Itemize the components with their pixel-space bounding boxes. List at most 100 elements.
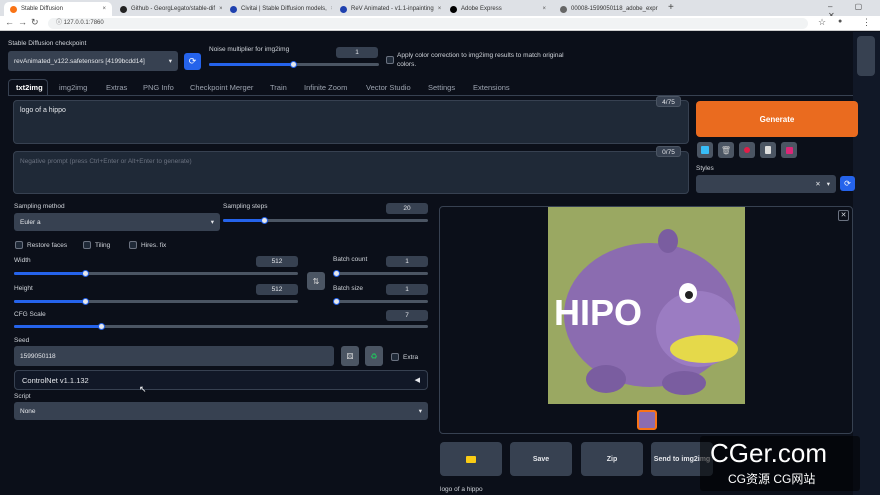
clear-icon[interactable]: ✕ (815, 180, 820, 188)
batch-size-slider[interactable] (333, 298, 428, 305)
refresh-styles-button[interactable]: ⟳ (840, 176, 855, 191)
slider-fill (223, 219, 264, 222)
save-style-button[interactable] (781, 142, 797, 158)
sampling-steps-input[interactable]: 20 (386, 203, 428, 214)
slider-thumb[interactable] (333, 298, 340, 305)
script-value: None (20, 407, 36, 415)
random-seed-button[interactable]: ⚄ (341, 346, 359, 366)
tab-label: Stable Diffusion (21, 6, 63, 12)
width-slider[interactable] (14, 270, 298, 277)
script-select[interactable]: None ▾ (14, 402, 428, 420)
arrow-icon (701, 146, 709, 154)
tab-txt2img[interactable]: txt2img (16, 83, 43, 92)
close-icon[interactable]: × (538, 6, 546, 12)
slider-thumb[interactable] (82, 270, 89, 277)
close-gallery-icon[interactable]: ✕ (838, 210, 849, 221)
back-icon[interactable]: ← (5, 17, 14, 27)
url-input[interactable]: ⓘ 127.0.0.1:7860 (48, 18, 808, 29)
tab-extensions[interactable]: Extensions (473, 83, 510, 92)
close-icon[interactable]: × (658, 6, 663, 12)
browser-tab-github[interactable]: Github - GeorgLegato/stable-dif × (114, 2, 222, 16)
generate-button[interactable]: Generate (696, 101, 858, 137)
extra-networks-button[interactable] (739, 142, 755, 158)
slider-thumb[interactable] (261, 217, 268, 224)
github-icon (120, 5, 127, 13)
tab-infinite-zoom[interactable]: Infinite Zoom (304, 83, 347, 92)
close-icon[interactable]: × (98, 6, 106, 12)
reuse-seed-button[interactable]: ♻ (365, 346, 383, 366)
tab-checkpoint-merger[interactable]: Checkpoint Merger (190, 83, 253, 92)
forward-icon[interactable]: → (18, 17, 27, 27)
batch-size-input[interactable]: 1 (386, 284, 428, 295)
tab-vector-studio[interactable]: Vector Studio (366, 83, 411, 92)
trash-button[interactable]: 🗑 (718, 142, 734, 158)
save-button[interactable]: Save (510, 442, 572, 476)
tab-settings[interactable]: Settings (428, 83, 455, 92)
close-icon[interactable]: × (434, 6, 442, 12)
height-input[interactable]: 512 (256, 284, 298, 295)
controlnet-accordion[interactable]: ControlNet v1.1.132 ◀ (14, 370, 428, 390)
slider-thumb[interactable] (97, 323, 105, 330)
height-slider[interactable] (14, 298, 298, 305)
profile-icon[interactable]: ● (838, 18, 842, 25)
scrollbar-thumb[interactable] (857, 36, 875, 76)
triangle-left-icon: ◀ (414, 377, 420, 384)
hires-fix-checkbox[interactable] (129, 241, 137, 249)
browser-tab-rev-animated[interactable]: ReV Animated - v1.1-inpainting × (334, 2, 442, 16)
noise-value-input[interactable]: 1 (336, 47, 378, 58)
zip-button[interactable]: Zip (581, 442, 643, 476)
styles-select[interactable]: ✕ ▾ (696, 175, 836, 193)
new-tab-button[interactable]: + (668, 2, 674, 13)
swap-dimensions-button[interactable]: ⇅ (307, 272, 325, 290)
gallery-thumbnail[interactable] (637, 410, 657, 430)
tab-extras[interactable]: Extras (106, 83, 127, 92)
browser-tab-civitai[interactable]: Civitai | Stable Diffusion models,× (224, 2, 332, 16)
negative-prompt-textarea[interactable]: Negative prompt (press Ctrl+Enter or Alt… (13, 151, 689, 194)
height-label: Height (14, 285, 33, 292)
read-params-button[interactable] (697, 142, 713, 158)
extra-networks-icon (744, 147, 750, 153)
checkpoint-select[interactable]: revAnimated_v122.safetensors [4199bcdd14… (8, 51, 178, 71)
close-icon[interactable]: × (215, 6, 222, 12)
browser-tab-adobe-express[interactable]: Adobe Express × (444, 2, 552, 16)
prompt-textarea[interactable]: logo of a hippo (13, 100, 689, 144)
tab-img2img[interactable]: img2img (59, 83, 87, 92)
save-style-icon (785, 146, 793, 154)
noise-slider[interactable] (209, 61, 379, 68)
color-correction-label: Apply color correction to img2img result… (397, 52, 564, 68)
open-folder-button[interactable] (440, 442, 502, 476)
sampling-method-select[interactable]: Euler a ▾ (14, 213, 220, 231)
restore-faces-checkbox[interactable] (15, 241, 23, 249)
dice-icon: ⚄ (346, 351, 354, 361)
cfg-slider[interactable] (14, 323, 428, 330)
browser-tab-image[interactable]: 00008-1599050118_adobe_expr× (554, 2, 662, 16)
color-correction-checkbox[interactable] (386, 56, 394, 64)
reload-icon[interactable]: ↻ (31, 17, 39, 28)
cfg-input[interactable]: 7 (386, 310, 428, 321)
menu-icon[interactable]: ⋮ (862, 17, 871, 28)
batch-count-slider[interactable] (333, 270, 428, 277)
browser-tab-stable-diffusion[interactable]: Stable Diffusion × (4, 2, 112, 16)
width-label: Width (14, 257, 31, 264)
tiling-checkbox[interactable] (83, 241, 91, 249)
batch-count-input[interactable]: 1 (386, 256, 428, 267)
extra-seed-checkbox[interactable] (391, 353, 399, 361)
tab-png-info[interactable]: PNG Info (143, 83, 174, 92)
close-icon[interactable]: × (327, 6, 332, 12)
tab-label: Civitai | Stable Diffusion models, (241, 6, 327, 12)
tab-train[interactable]: Train (270, 83, 287, 92)
seed-input[interactable]: 1599050118 (14, 346, 334, 366)
generated-image[interactable]: HIPO (548, 207, 745, 404)
sampling-method-label: Sampling method (14, 203, 65, 210)
styles-label: Styles (696, 165, 714, 172)
globe-icon (560, 5, 567, 13)
refresh-checkpoint-button[interactable]: ⟳ (184, 53, 201, 70)
sampling-steps-slider[interactable] (223, 217, 428, 224)
width-input[interactable]: 512 (256, 256, 298, 267)
bookmark-star-icon[interactable]: ☆ (818, 17, 826, 28)
clipboard-button[interactable] (760, 142, 776, 158)
noise-slider-thumb[interactable] (290, 61, 297, 68)
batch-count-label: Batch count (333, 256, 368, 263)
slider-thumb[interactable] (82, 298, 89, 305)
slider-thumb[interactable] (333, 270, 340, 277)
